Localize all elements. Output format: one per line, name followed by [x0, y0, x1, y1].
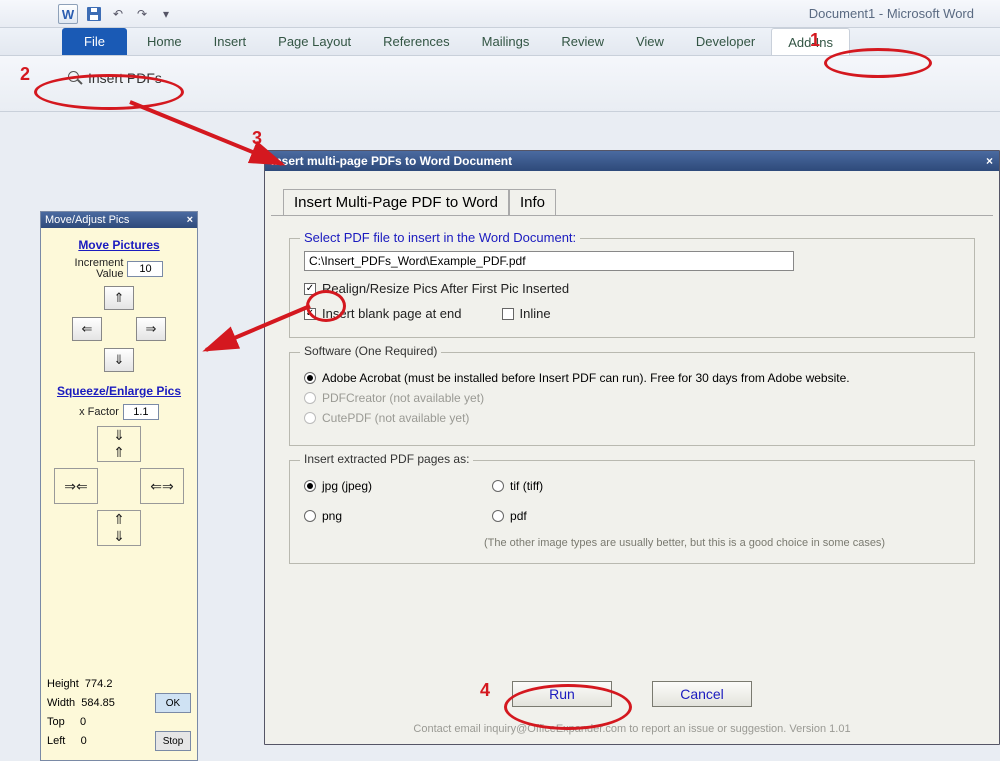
- tif-label: tif (tiff): [510, 479, 543, 493]
- quick-access-toolbar: ↶ ↷ ▾: [84, 4, 176, 24]
- move-left-button[interactable]: ⇐: [72, 317, 102, 341]
- squeeze-vert-in-button[interactable]: ⇓⇑: [97, 426, 141, 462]
- pdfcreator-radio: [304, 392, 316, 404]
- palette-close-icon[interactable]: ×: [187, 214, 193, 226]
- cutepdf-radio: [304, 412, 316, 424]
- dialog-footer: Contact email inquiry@OfficeExpander.com…: [271, 723, 993, 735]
- blank-page-label: Insert blank page at end: [322, 306, 462, 321]
- move-down-button[interactable]: ⇓: [104, 348, 134, 372]
- xfactor-label: x Factor: [79, 406, 119, 418]
- squeeze-pad: ⇓⇑ ⇑⇓ ⇒⇐ ⇐⇒: [54, 426, 184, 546]
- move-adjust-palette: Move/Adjust Pics × Move Pictures Increme…: [40, 211, 198, 761]
- increment-value-input[interactable]: [127, 261, 163, 277]
- dialog-titlebar: Insert multi-page PDFs to Word Document …: [265, 151, 999, 171]
- dialog-body: Select PDF file to insert in the Word Do…: [271, 215, 993, 741]
- insert-pdfs-button[interactable]: Insert PDFs: [68, 70, 162, 86]
- tab-references[interactable]: References: [367, 28, 465, 55]
- palette-stop-button[interactable]: Stop: [155, 731, 191, 751]
- left-label: Left: [47, 735, 65, 747]
- undo-icon[interactable]: ↶: [108, 4, 128, 24]
- xfactor-input[interactable]: [123, 404, 159, 420]
- adobe-label: Adobe Acrobat (must be installed before …: [322, 371, 850, 385]
- pdf-label: pdf: [510, 509, 527, 523]
- squeeze-vert-out-button[interactable]: ⇑⇓: [97, 510, 141, 546]
- inline-checkbox[interactable]: [502, 308, 514, 320]
- title-bar: W ↶ ↷ ▾ Document1 - Microsoft Word: [0, 0, 1000, 28]
- squeeze-horiz-in-button[interactable]: ⇒⇐: [54, 468, 98, 504]
- annotation-number-3: 3: [252, 128, 262, 149]
- cutepdf-label: CutePDF (not available yet): [322, 411, 469, 425]
- move-pictures-header: Move Pictures: [47, 238, 191, 252]
- palette-title: Move/Adjust Pics: [45, 214, 129, 226]
- inline-label: Inline: [520, 306, 551, 321]
- dialog-tab-insert[interactable]: Insert Multi-Page PDF to Word: [283, 189, 509, 215]
- adobe-radio[interactable]: [304, 372, 316, 384]
- tab-view[interactable]: View: [620, 28, 680, 55]
- png-label: png: [322, 509, 342, 523]
- cancel-button[interactable]: Cancel: [652, 681, 752, 707]
- dialog-tab-info[interactable]: Info: [509, 189, 556, 215]
- run-button[interactable]: Run: [512, 681, 612, 707]
- select-pdf-legend: Select PDF file to insert in the Word Do…: [300, 230, 580, 245]
- width-value: 584.85: [81, 697, 115, 709]
- value-label: Value: [75, 269, 124, 280]
- pdf-radio[interactable]: [492, 510, 504, 522]
- save-icon[interactable]: [84, 4, 104, 24]
- qat-dropdown-icon[interactable]: ▾: [156, 4, 176, 24]
- left-value: 0: [81, 735, 87, 747]
- move-arrow-pad: ⇑ ⇐ ⇒ ⇓: [69, 286, 169, 372]
- insert-pdfs-label: Insert PDFs: [88, 70, 162, 86]
- palette-stats: Height 774.2 Width 584.85 OK Top 0 Left …: [47, 675, 191, 754]
- dialog-close-icon[interactable]: ×: [986, 154, 993, 168]
- squeeze-horiz-out-button[interactable]: ⇐⇒: [140, 468, 184, 504]
- format-fieldset: Insert extracted PDF pages as: jpg (jpeg…: [289, 460, 975, 564]
- tab-mailings[interactable]: Mailings: [466, 28, 546, 55]
- tab-home[interactable]: Home: [131, 28, 198, 55]
- palette-titlebar: Move/Adjust Pics ×: [41, 212, 197, 228]
- jpg-radio[interactable]: [304, 480, 316, 492]
- dialog-title: Insert multi-page PDFs to Word Document: [271, 154, 512, 168]
- pdf-path-input[interactable]: [304, 251, 794, 271]
- move-up-button[interactable]: ⇑: [104, 286, 134, 310]
- tab-file[interactable]: File: [62, 28, 127, 55]
- jpg-label: jpg (jpeg): [322, 479, 372, 493]
- software-legend: Software (One Required): [300, 344, 441, 358]
- blank-page-checkbox[interactable]: [304, 308, 316, 320]
- select-pdf-fieldset: Select PDF file to insert in the Word Do…: [289, 238, 975, 338]
- tab-insert[interactable]: Insert: [198, 28, 263, 55]
- dialog-buttons: Run Cancel: [271, 681, 993, 707]
- top-value: 0: [80, 716, 86, 728]
- tab-add-ins[interactable]: Add-Ins: [771, 28, 850, 55]
- word-app-icon: W: [58, 4, 78, 24]
- palette-ok-button[interactable]: OK: [155, 693, 191, 713]
- png-radio[interactable]: [304, 510, 316, 522]
- format-note: (The other image types are usually bette…: [484, 537, 960, 549]
- tab-review[interactable]: Review: [545, 28, 620, 55]
- height-value: 774.2: [85, 678, 113, 690]
- width-label: Width: [47, 697, 75, 709]
- software-fieldset: Software (One Required) Adobe Acrobat (m…: [289, 352, 975, 446]
- redo-icon[interactable]: ↷: [132, 4, 152, 24]
- pdfcreator-label: PDFCreator (not available yet): [322, 391, 484, 405]
- top-label: Top: [47, 716, 65, 728]
- height-label: Height: [47, 678, 79, 690]
- move-right-button[interactable]: ⇒: [136, 317, 166, 341]
- insert-pdf-dialog: Insert multi-page PDFs to Word Document …: [264, 150, 1000, 745]
- realign-label: Realign/Resize Pics After First Pic Inse…: [322, 281, 569, 296]
- squeeze-header: Squeeze/Enlarge Pics: [47, 384, 191, 398]
- ribbon-tabs: File Home Insert Page Layout References …: [0, 28, 1000, 56]
- document-title: Document1 - Microsoft Word: [809, 6, 974, 21]
- format-legend: Insert extracted PDF pages as:: [300, 452, 473, 466]
- tab-developer[interactable]: Developer: [680, 28, 771, 55]
- magnifier-icon: [68, 71, 82, 85]
- tab-page-layout[interactable]: Page Layout: [262, 28, 367, 55]
- dialog-tabs: Insert Multi-Page PDF to Word Info: [283, 189, 999, 215]
- tif-radio[interactable]: [492, 480, 504, 492]
- ribbon-body: Insert PDFs: [0, 56, 1000, 112]
- realign-checkbox[interactable]: [304, 283, 316, 295]
